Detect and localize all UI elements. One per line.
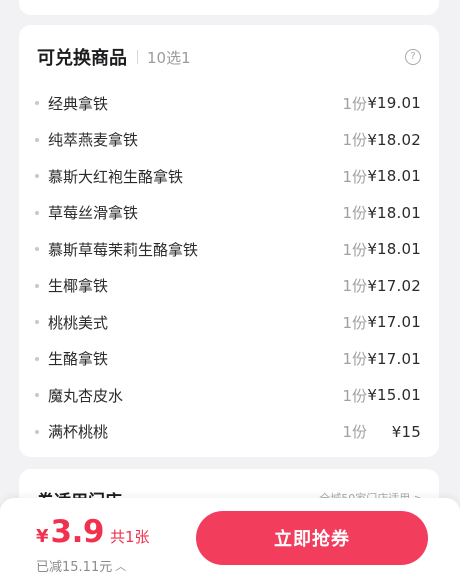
header-divider — [137, 50, 138, 64]
question-circle-icon[interactable]: ? — [405, 49, 421, 65]
item-qty: 1份 — [342, 350, 367, 369]
goods-list: 经典拿铁 1份 ¥19.01 纯萃燕麦拿铁 1份 ¥18.02 慕斯大红袍生酪拿… — [19, 85, 439, 450]
goods-subtitle: 10选1 — [147, 48, 191, 67]
item-name: 魔丸杏皮水 — [48, 386, 124, 405]
discount-detail[interactable]: 已减15.11元 ︿ — [36, 556, 126, 576]
item-price: ¥15 — [391, 422, 421, 441]
list-item: 草莓丝滑拿铁 1份 ¥18.01 — [19, 195, 439, 232]
goods-header: 可兑换商品 10选1 ? — [37, 45, 421, 69]
saved-amount: 已减15.11元 — [36, 560, 113, 575]
item-qty: 1份 — [342, 131, 367, 150]
item-qty: 1份 — [342, 386, 367, 405]
bottom-purchase-bar: ¥ 3.9 共1张 已减15.11元 ︿ 立即抢券 — [0, 498, 460, 580]
bullet-icon — [35, 137, 39, 142]
item-price: ¥17.01 — [367, 313, 421, 332]
price-summary: ¥ 3.9 共1张 — [36, 514, 150, 550]
list-item: 慕斯大红袍生酪拿铁 1份 ¥18.01 — [19, 158, 439, 195]
item-name: 慕斯草莓茉莉生酪拿铁 — [48, 240, 199, 259]
bullet-icon — [35, 247, 39, 252]
bullet-icon — [35, 283, 39, 288]
bullet-icon — [35, 393, 39, 398]
bullet-icon — [35, 320, 39, 325]
item-name: 草莓丝滑拿铁 — [48, 204, 139, 223]
item-name: 纯萃燕麦拿铁 — [48, 131, 139, 150]
grab-voucher-button[interactable]: 立即抢券 — [196, 511, 428, 565]
bullet-icon — [35, 101, 39, 106]
bullet-icon — [35, 210, 39, 215]
item-price: ¥17.01 — [367, 349, 421, 368]
list-item: 经典拿铁 1份 ¥19.01 — [19, 85, 439, 122]
list-item: 慕斯草莓茉莉生酪拿铁 1份 ¥18.01 — [19, 231, 439, 268]
chevron-up-icon[interactable]: ︿ — [115, 558, 126, 574]
item-price: ¥18.01 — [367, 240, 421, 259]
list-item: 桃桃美式 1份 ¥17.01 — [19, 304, 439, 341]
item-qty: 1份 — [342, 313, 367, 332]
previous-card — [19, 0, 439, 15]
item-name: 慕斯大红袍生酪拿铁 — [48, 167, 184, 186]
bullet-icon — [35, 174, 39, 179]
list-item: 满杯桃桃 1份 ¥15 — [19, 414, 439, 451]
item-price: ¥17.02 — [367, 276, 421, 295]
item-qty: 1份 — [342, 167, 367, 186]
item-price: ¥18.01 — [367, 167, 421, 186]
bullet-icon — [35, 429, 39, 434]
item-price: ¥18.02 — [367, 130, 421, 149]
exchangeable-goods-card: 可兑换商品 10选1 ? 经典拿铁 1份 ¥19.01 纯萃燕麦拿铁 1份 ¥1… — [19, 25, 439, 457]
item-qty: 1份 — [342, 204, 367, 223]
item-name: 满杯桃桃 — [48, 423, 109, 442]
list-item: 生酪拿铁 1份 ¥17.01 — [19, 341, 439, 378]
currency-symbol: ¥ — [36, 526, 49, 547]
item-price: ¥19.01 — [367, 94, 421, 113]
price-value: 3.9 — [50, 514, 105, 550]
item-qty: 1份 — [342, 423, 367, 442]
list-item: 生椰拿铁 1份 ¥17.02 — [19, 268, 439, 305]
item-name: 生酪拿铁 — [48, 350, 109, 369]
item-name: 经典拿铁 — [48, 94, 109, 113]
list-item: 魔丸杏皮水 1份 ¥15.01 — [19, 377, 439, 414]
item-price: ¥15.01 — [367, 386, 421, 405]
item-name: 生椰拿铁 — [48, 277, 109, 296]
bullet-icon — [35, 356, 39, 361]
item-qty: 1份 — [342, 94, 367, 113]
list-item: 纯萃燕麦拿铁 1份 ¥18.02 — [19, 122, 439, 159]
item-qty: 1份 — [342, 277, 367, 296]
goods-title: 可兑换商品 — [37, 48, 127, 69]
voucher-count: 共1张 — [109, 528, 150, 546]
item-name: 桃桃美式 — [48, 313, 109, 332]
item-price: ¥18.01 — [367, 203, 421, 222]
item-qty: 1份 — [342, 240, 367, 259]
